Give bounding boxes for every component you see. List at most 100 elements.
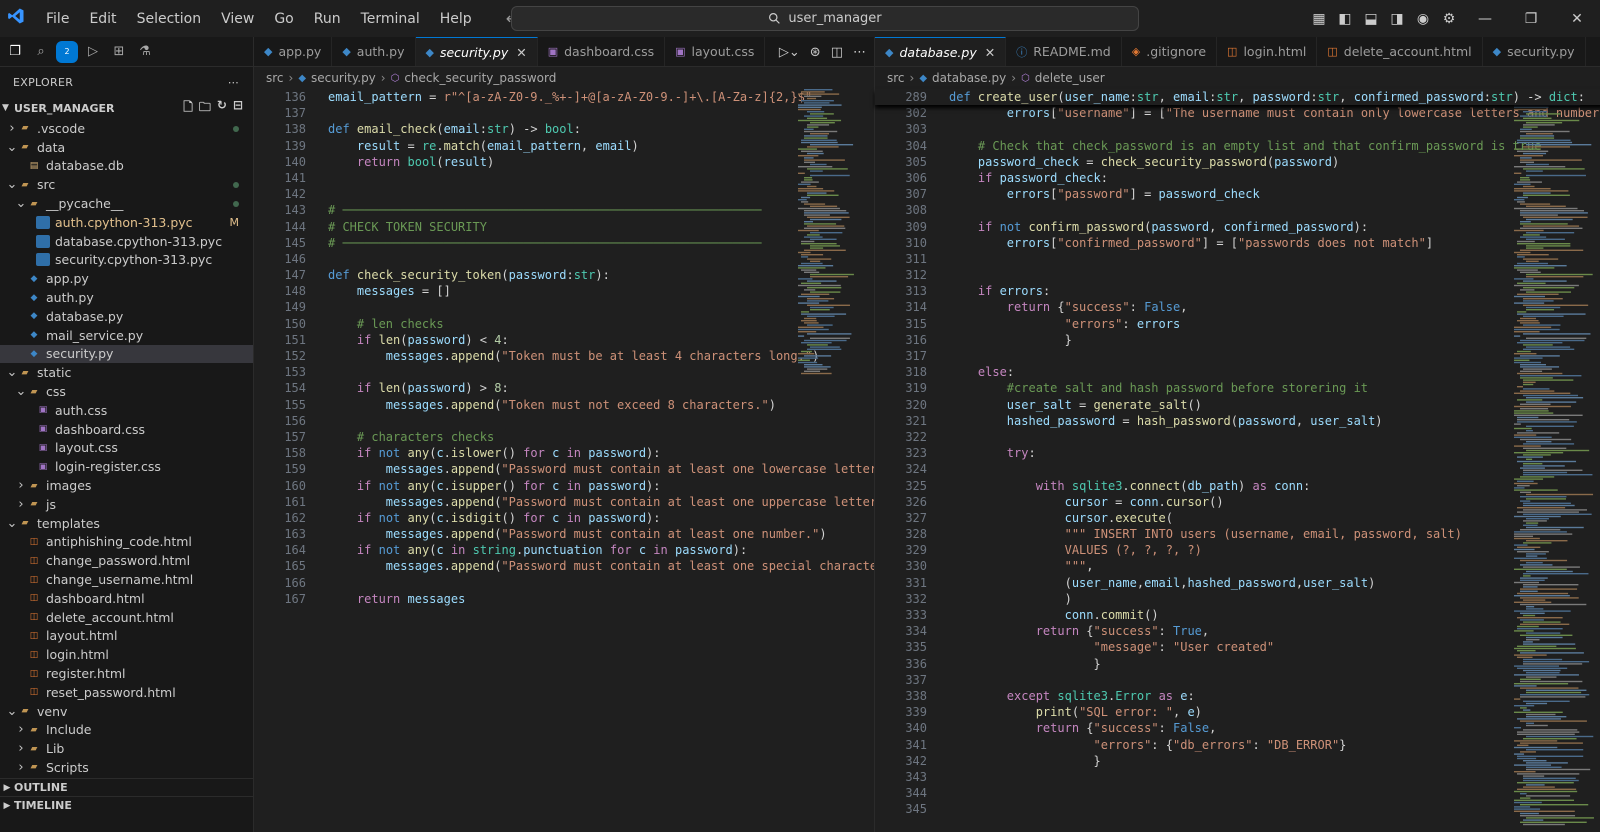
folder-item[interactable]: › ▰ .vscode	[0, 119, 253, 138]
tab-login-html[interactable]: ◫ login.html	[1217, 37, 1318, 66]
toggle-panel-icon[interactable]: ⬓	[1358, 11, 1384, 27]
code-editor[interactable]: 289 def create_user(user_name:str, email:…	[875, 89, 1600, 817]
tab-app-py[interactable]: ◆ app.py	[254, 37, 333, 66]
toggle-primary-sidebar-icon[interactable]: ◧	[1332, 11, 1358, 27]
new-folder-icon[interactable]: 🗀	[199, 98, 211, 119]
outline-section[interactable]: ▶ OUTLINE	[0, 778, 253, 796]
file-item[interactable]: ▣ login-register.css	[0, 457, 253, 476]
tab-security-py[interactable]: ◆ security.py ✕	[415, 37, 538, 66]
file-item[interactable]: ◫ antiphishing_code.html	[0, 533, 253, 552]
breadcrumb-item[interactable]: src	[887, 71, 905, 85]
folder-item[interactable]: ⌄ ▰ __pycache__	[0, 194, 253, 213]
folder-item[interactable]: › ▰ Scripts	[0, 758, 253, 777]
folder-item[interactable]: ⌄ ▰ css	[0, 382, 253, 401]
file-item[interactable]: ◆ auth.py	[0, 288, 253, 307]
file-item[interactable]: ◫ login.html	[0, 645, 253, 664]
tab-auth-py[interactable]: ◆ auth.py	[332, 37, 416, 66]
tab-README-md[interactable]: ⓘ README.md	[1006, 37, 1122, 66]
menu-selection[interactable]: Selection	[127, 11, 212, 27]
file-item[interactable]: ▣ layout.css	[0, 439, 253, 458]
file-item[interactable]: ◫ layout.html	[0, 627, 253, 646]
line-content: # Check that check_password is an empty …	[977, 138, 1542, 153]
testing-icon[interactable]: ⚗	[134, 41, 156, 63]
menu-help[interactable]: Help	[430, 11, 482, 27]
menu-edit[interactable]: Edit	[79, 11, 126, 27]
breadcrumb-item[interactable]: src	[266, 71, 284, 85]
close-window-icon[interactable]: ✕	[1554, 11, 1600, 27]
file-item[interactable]: ◫ reset_password.html	[0, 683, 253, 702]
minimize-icon[interactable]: —	[1462, 11, 1508, 27]
breadcrumb-item[interactable]: check_security_password	[404, 71, 556, 85]
menu-run[interactable]: Run	[304, 11, 351, 27]
new-file-icon[interactable]: 🗋	[183, 98, 193, 119]
close-icon[interactable]: ✕	[985, 45, 995, 60]
file-item[interactable]: ◫ register.html	[0, 664, 253, 683]
minimap-line	[807, 124, 830, 126]
copilot-icon[interactable]: ⊛	[810, 45, 821, 60]
folder-item[interactable]: › ▰ Include	[0, 721, 253, 740]
more-actions-icon[interactable]: ⋯	[228, 76, 239, 89]
file-item[interactable]: auth.cpython-313.pyc M	[0, 213, 253, 232]
breadcrumb-item[interactable]: database.py	[932, 71, 1006, 85]
folder-item[interactable]: ⌄ ▰ static	[0, 363, 253, 382]
explorer-icon[interactable]: ❐	[4, 41, 26, 63]
menu-file[interactable]: File	[36, 11, 79, 27]
minimap[interactable]	[1510, 89, 1600, 832]
file-item[interactable]: ▣ auth.css	[0, 401, 253, 420]
file-item[interactable]: ▤ database.db	[0, 157, 253, 176]
minimap-line	[1514, 595, 1570, 597]
file-item[interactable]: ◫ dashboard.html	[0, 589, 253, 608]
file-item[interactable]: ◫ change_password.html	[0, 551, 253, 570]
run-icon[interactable]: ▷⌄	[779, 45, 800, 60]
gear-icon[interactable]: ⚙	[1436, 11, 1462, 27]
source-control-icon[interactable]: ⑂2	[56, 40, 78, 63]
file-item[interactable]: ▣ dashboard.css	[0, 420, 253, 439]
minimap[interactable]	[794, 89, 860, 832]
more-actions-icon[interactable]: ⋯	[853, 45, 866, 60]
folder-item[interactable]: › ▰ js	[0, 495, 253, 514]
tab-delete_account-html[interactable]: ◫ delete_account.html	[1317, 37, 1483, 66]
account-icon[interactable]: ◉	[1410, 11, 1436, 27]
file-item[interactable]: ◆ database.py	[0, 307, 253, 326]
tab-dashboard-css[interactable]: ▣ dashboard.css	[538, 37, 666, 66]
extensions-icon[interactable]: ⊞	[108, 41, 130, 63]
split-editor-icon[interactable]: ◫	[831, 45, 843, 60]
file-item[interactable]: security.cpython-313.pyc	[0, 251, 253, 270]
breadcrumb-item[interactable]: security.py	[311, 71, 376, 85]
customize-layout-icon[interactable]: ▦	[1306, 11, 1332, 27]
line-number: 311	[905, 251, 927, 266]
restore-icon[interactable]: ❐	[1508, 11, 1554, 27]
tab--gitignore[interactable]: ◈ .gitignore	[1122, 37, 1218, 66]
file-item[interactable]: ◫ delete_account.html	[0, 608, 253, 627]
menu-go[interactable]: Go	[264, 11, 303, 27]
minimap-line	[804, 339, 847, 342]
file-item[interactable]: ◆ security.py	[0, 344, 253, 364]
search-icon[interactable]: ⌕	[30, 41, 52, 63]
toggle-secondary-sidebar-icon[interactable]: ◨	[1384, 11, 1410, 27]
file-item[interactable]: ◆ app.py	[0, 269, 253, 288]
run-debug-icon[interactable]: ▷	[82, 41, 104, 63]
folder-item[interactable]: › ▰ images	[0, 476, 253, 495]
folder-item[interactable]: ⌄ ▰ src	[0, 175, 253, 194]
line-number: 307	[905, 187, 927, 202]
file-item[interactable]: ◫ change_username.html	[0, 570, 253, 589]
command-center-search[interactable]: user_manager	[511, 6, 1139, 31]
tab-database-py[interactable]: ◆ database.py ✕	[875, 37, 1007, 66]
file-item[interactable]: database.cpython-313.pyc	[0, 232, 253, 251]
workspace-section[interactable]: ▼ USER_MANAGER 🗋 🗀 ↻ ⊟	[0, 97, 253, 119]
file-item[interactable]: ◆ mail_service.py	[0, 326, 253, 345]
menu-view[interactable]: View	[211, 11, 264, 27]
folder-item[interactable]: › ▰ Lib	[0, 739, 253, 758]
tab-layout-css[interactable]: ▣ layout.css	[665, 37, 766, 66]
folder-item[interactable]: ⌄ ▰ venv	[0, 702, 253, 721]
refresh-icon[interactable]: ↻	[217, 98, 227, 119]
timeline-section[interactable]: ▶ TIMELINE	[0, 796, 253, 814]
tree-item-label: Scripts	[46, 759, 89, 775]
folder-item[interactable]: ⌄ ▰ templates	[0, 514, 253, 533]
folder-item[interactable]: ⌄ ▰ data	[0, 138, 253, 157]
menu-terminal[interactable]: Terminal	[351, 11, 430, 27]
breadcrumb-item[interactable]: delete_user	[1035, 71, 1105, 85]
collapse-all-icon[interactable]: ⊟	[233, 98, 243, 119]
tab-security-py[interactable]: ◆ security.py	[1483, 37, 1586, 66]
close-icon[interactable]: ✕	[516, 45, 526, 60]
